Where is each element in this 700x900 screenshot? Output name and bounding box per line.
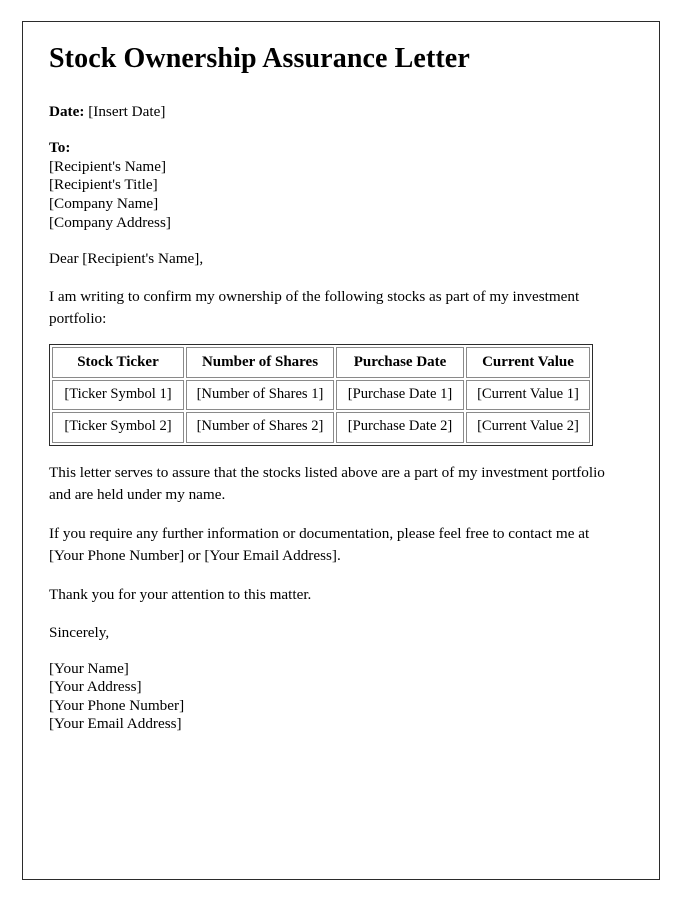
signature-address-line: [Your Address]: [49, 678, 142, 696]
contact-paragraph: If you require any further information o…: [49, 524, 590, 564]
cell-shares-1: [Number of Shares 1]: [186, 379, 334, 411]
document-body: Stock Ownership Assurance Letter Date: […: [49, 42, 629, 751]
cell-shares-2: [Number of Shares 2]: [186, 412, 334, 443]
table-row: [Ticker Symbol 1] [Number of Shares 1] […: [52, 379, 590, 411]
column-header-purchase-date: Purchase Date: [336, 346, 464, 378]
recipient-address-line: [Company Address]: [49, 213, 171, 231]
signature-email-line: [Your Email Address]: [49, 715, 182, 733]
salutation: Dear [Recipient's Name],: [49, 250, 204, 268]
signature-phone-line: [Your Phone Number]: [49, 696, 185, 714]
column-header-stock-ticker: Stock Ticker: [52, 346, 184, 378]
column-header-current-value: Current Value: [466, 346, 590, 378]
recipient-label: To:: [49, 139, 71, 157]
cell-current-value-2: [Current Value 2]: [466, 412, 590, 443]
thanks-paragraph: Thank you for your attention to this mat…: [49, 586, 312, 604]
column-header-number-of-shares: Number of Shares: [186, 346, 334, 378]
cell-purchase-date-1: [Purchase Date 1]: [336, 379, 464, 411]
date-row: Date: [Insert Date]: [49, 102, 629, 122]
recipient-title-line: [Recipient's Title]: [49, 176, 158, 194]
cell-current-value-1: [Current Value 1]: [466, 379, 590, 411]
signature-name-line: [Your Name]: [49, 659, 129, 677]
date-label: Date:: [49, 102, 85, 120]
cell-ticker-2: [Ticker Symbol 2]: [52, 412, 184, 443]
recipient-block: To: [Recipient's Name] [Recipient's Titl…: [49, 139, 629, 232]
signature-block: [Your Name] [Your Address] [Your Phone N…: [49, 660, 629, 734]
document-page-frame: Stock Ownership Assurance Letter Date: […: [22, 21, 660, 880]
recipient-name-line: [Recipient's Name]: [49, 157, 167, 175]
table-row: [Ticker Symbol 2] [Number of Shares 2] […: [52, 412, 590, 443]
cell-purchase-date-2: [Purchase Date 2]: [336, 412, 464, 443]
intro-paragraph: I am writing to confirm my ownership of …: [49, 287, 580, 327]
assurance-paragraph: This letter serves to assure that the st…: [49, 463, 605, 503]
recipient-company-line: [Company Name]: [49, 194, 159, 212]
table-header-row: Stock Ticker Number of Shares Purchase D…: [52, 346, 590, 378]
page-title: Stock Ownership Assurance Letter: [49, 43, 470, 74]
stock-holdings-table: Stock Ticker Number of Shares Purchase D…: [49, 343, 593, 446]
date-value: [Insert Date]: [88, 102, 166, 120]
cell-ticker-1: [Ticker Symbol 1]: [52, 379, 184, 411]
sign-off: Sincerely,: [49, 624, 110, 642]
